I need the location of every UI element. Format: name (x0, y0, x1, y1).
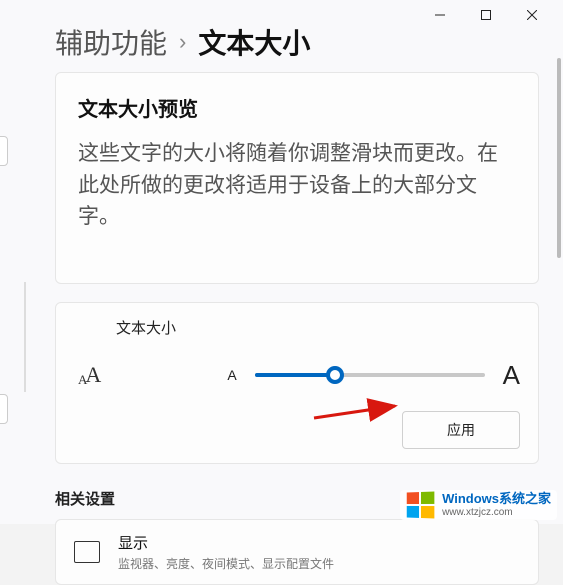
text-size-icon: AA (74, 362, 105, 388)
text-size-row: AA A A (74, 360, 520, 399)
text-size-label: 文本大小 (116, 317, 520, 338)
maximize-button[interactable] (463, 0, 509, 30)
related-display-subtitle: 监视器、亮度、夜间模式、显示配置文件 (118, 555, 334, 572)
text-size-preview-card: 文本大小预览 这些文字的大小将随着你调整滑块而更改。在此处所做的更改将适用于设备… (55, 72, 539, 284)
minimize-button[interactable] (417, 0, 463, 30)
edge-peek (0, 136, 8, 166)
slider-track (255, 373, 485, 377)
related-display-title: 显示 (118, 532, 334, 553)
preview-body: 这些文字的大小将随着你调整滑块而更改。在此处所做的更改将适用于设备上的大部分文字… (78, 138, 516, 233)
text-size-slider[interactable] (255, 365, 485, 385)
edge-peek-2 (0, 394, 8, 424)
text-size-card: 文本大小 AA A A 应用 (55, 302, 539, 464)
settings-window: 辅助功能 › 文本大小 文本大小预览 这些文字的大小将随着你调整滑块而更改。在此… (0, 0, 563, 524)
nav-indicator (24, 282, 26, 392)
windows-logo-icon (407, 491, 435, 518)
monitor-icon (74, 541, 100, 563)
preview-title: 文本大小预览 (78, 93, 516, 122)
slider-fill (255, 373, 336, 377)
watermark: Windows系统之家 www.xtzjcz.com (400, 490, 557, 520)
close-button[interactable] (509, 0, 555, 30)
slider-thumb[interactable] (326, 366, 344, 384)
related-display-item[interactable]: 显示 监视器、亮度、夜间模式、显示配置文件 (55, 519, 539, 585)
chevron-right-icon: › (179, 29, 186, 55)
vertical-scrollbar[interactable] (557, 58, 561, 258)
slider-min-label: A (227, 367, 236, 383)
page-title: 文本大小 (198, 22, 310, 62)
slider-max-label: A (503, 360, 520, 391)
watermark-url: www.xtzjcz.com (442, 507, 551, 518)
watermark-name: Windows系统之家 (442, 492, 551, 506)
breadcrumb-parent[interactable]: 辅助功能 (55, 22, 167, 62)
apply-button[interactable]: 应用 (402, 411, 520, 449)
